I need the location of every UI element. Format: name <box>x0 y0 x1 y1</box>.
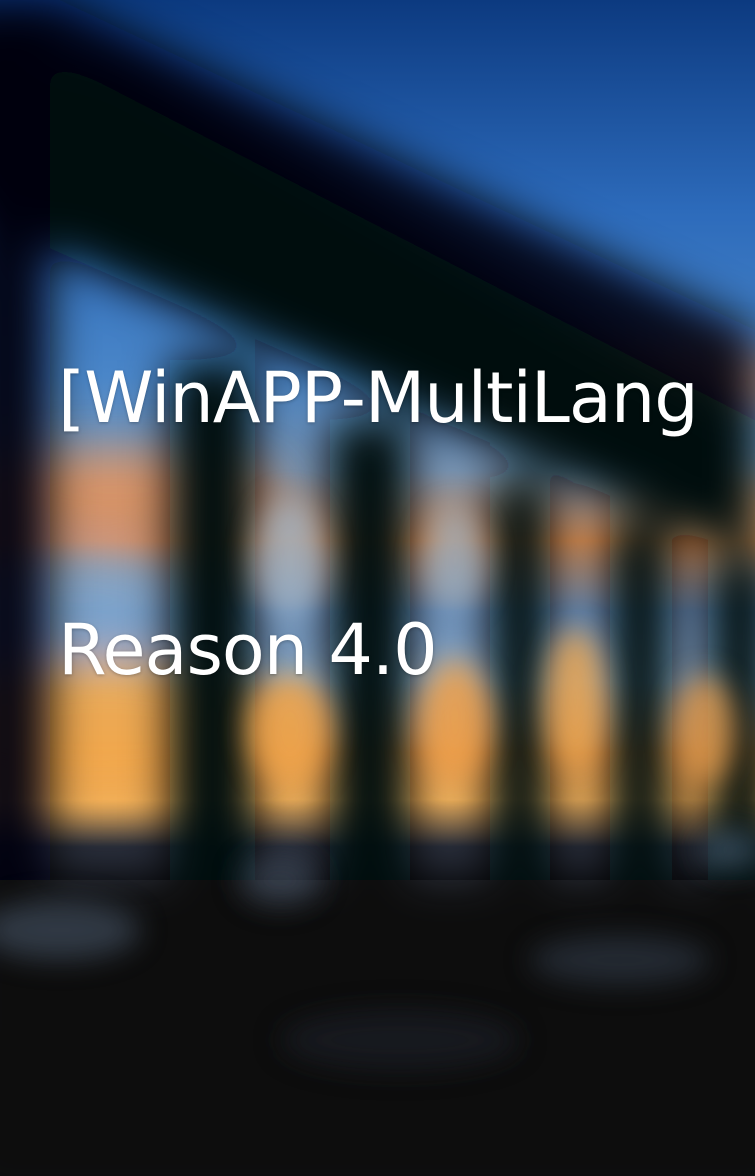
cover-title-line-1: [WinAPP-MultiLang <box>58 357 699 439</box>
cover-title: [WinAPP-MultiLang Reason 4.0 <box>58 188 755 860</box>
book-cover: [WinAPP-MultiLang Reason 4.0 <box>0 0 755 1176</box>
cover-title-line-2: Reason 4.0 <box>58 609 438 691</box>
